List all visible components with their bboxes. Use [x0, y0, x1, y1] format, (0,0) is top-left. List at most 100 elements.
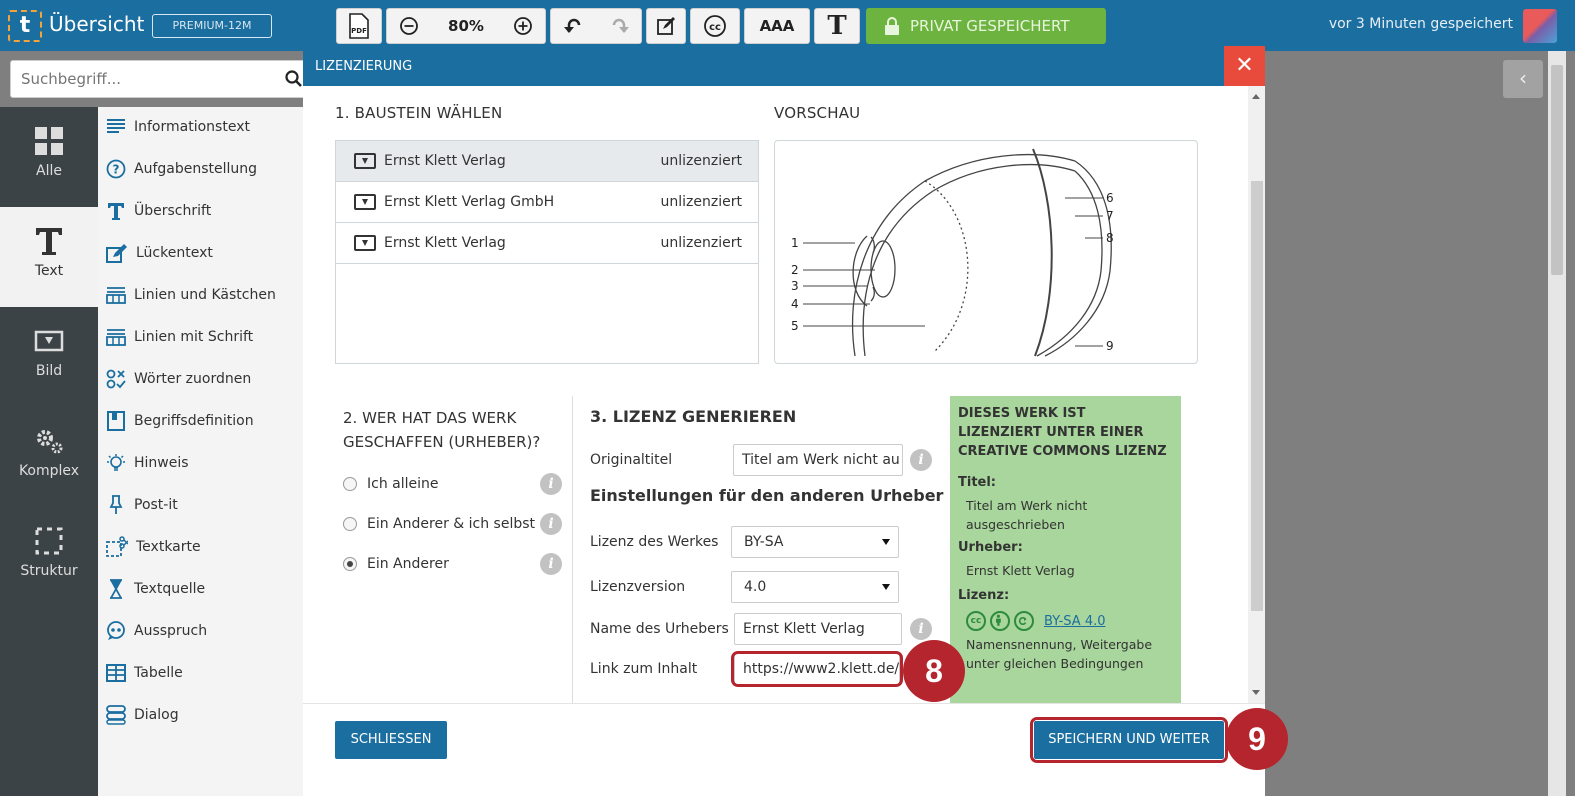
- cc-button[interactable]: cc: [690, 8, 740, 44]
- step8-highlight: [731, 651, 903, 687]
- pdf-label: PDF: [351, 27, 367, 35]
- list-item[interactable]: ? Aufgabenstellung: [106, 154, 257, 184]
- search-icon[interactable]: [285, 70, 303, 88]
- block-status: unlizenziert: [660, 194, 742, 210]
- list-item-label: Post-it: [134, 497, 178, 513]
- license-select[interactable]: BY-SA: [731, 526, 899, 558]
- list-item[interactable]: Informationstext: [106, 112, 250, 142]
- list-item-label: Textkarte: [136, 539, 201, 555]
- list-item[interactable]: Post-it: [106, 490, 178, 520]
- radio-label: Ich alleine: [367, 476, 439, 492]
- info-icon[interactable]: i: [910, 449, 932, 471]
- image-icon: [34, 330, 64, 352]
- font-size-button[interactable]: AAA: [744, 8, 810, 44]
- author-name-input[interactable]: Ernst Klett Verlag: [734, 613, 902, 645]
- block-name: Ernst Klett Verlag GmbH: [384, 194, 555, 210]
- category-komplex[interactable]: Komplex: [0, 407, 98, 507]
- undo-redo-group: [550, 8, 642, 44]
- list-item[interactable]: Ausspruch: [106, 616, 207, 646]
- list-item[interactable]: Tabelle: [106, 658, 183, 688]
- cc-by-icon: [990, 611, 1010, 631]
- list-item[interactable]: Wörter zuordnen: [106, 364, 251, 394]
- block-row[interactable]: Ernst Klett Verlag unlizenziert: [336, 141, 758, 182]
- radio-button[interactable]: [343, 477, 357, 491]
- close-icon[interactable]: ✕: [1224, 46, 1265, 86]
- section-heading: 3. LIZENZ GENERIEREN: [590, 407, 797, 426]
- info-icon[interactable]: i: [540, 473, 562, 495]
- summary-author-value: Ernst Klett Verlag: [966, 563, 1075, 578]
- summary-author-label: Urheber:: [958, 540, 1023, 555]
- scissors-icon: [106, 536, 128, 557]
- category-struktur[interactable]: Struktur: [0, 507, 98, 607]
- list-item[interactable]: Textquelle: [106, 574, 205, 604]
- close-button[interactable]: SCHLIESSEN: [335, 721, 447, 759]
- dashed-square-icon: [35, 527, 63, 555]
- pin-icon: [109, 495, 123, 514]
- undo-icon[interactable]: [563, 16, 585, 36]
- text-style-button[interactable]: T: [814, 8, 860, 44]
- scroll-up-icon[interactable]: [1252, 94, 1260, 99]
- block-status: unlizenziert: [660, 235, 742, 251]
- chevron-down-icon: [882, 539, 890, 545]
- search-input[interactable]: [11, 61, 271, 97]
- list-item-label: Linien mit Schrift: [134, 329, 254, 345]
- info-icon[interactable]: i: [540, 513, 562, 535]
- block-row[interactable]: Ernst Klett Verlag unlizenziert: [336, 223, 758, 264]
- hourglass-icon: [110, 579, 122, 599]
- edit-button[interactable]: [646, 8, 686, 44]
- category-alle[interactable]: Alle: [0, 107, 98, 207]
- pdf-button[interactable]: PDF: [336, 8, 382, 44]
- page-scrollbar[interactable]: [1548, 51, 1566, 796]
- app-logo[interactable]: t: [8, 10, 42, 42]
- author-option-both[interactable]: Ein Anderer & ich selbst: [343, 512, 535, 536]
- redo-icon[interactable]: [608, 16, 630, 36]
- lock-icon: [885, 17, 899, 35]
- scrollbar-thumb[interactable]: [1551, 65, 1563, 275]
- category-label: Text: [34, 263, 64, 279]
- private-saved-button[interactable]: PRIVAT GESPEICHERT: [866, 8, 1106, 44]
- zoom-in-icon[interactable]: [513, 16, 533, 36]
- category-text[interactable]: Text: [0, 207, 98, 307]
- page-title[interactable]: Übersicht: [49, 12, 144, 36]
- plan-badge: PREMIUM-12M: [152, 14, 272, 38]
- top-bar: t Übersicht PREMIUM-12M PDF 80% cc AAA T…: [0, 0, 1575, 51]
- heading-icon: [108, 203, 124, 220]
- category-bild[interactable]: Bild: [0, 307, 98, 407]
- info-icon[interactable]: i: [910, 618, 932, 640]
- avatar[interactable]: [1523, 9, 1557, 43]
- list-item[interactable]: Hinweis: [106, 448, 189, 478]
- original-title-input[interactable]: Titel am Werk nicht au: [733, 444, 903, 476]
- radio-button[interactable]: [343, 517, 357, 531]
- list-item[interactable]: Textkarte: [106, 532, 201, 562]
- info-icon[interactable]: i: [540, 553, 562, 575]
- version-select-value: 4.0: [744, 579, 767, 595]
- block-row[interactable]: Ernst Klett Verlag GmbH unlizenziert: [336, 182, 758, 223]
- license-link[interactable]: BY-SA 4.0: [1044, 614, 1106, 629]
- list-item[interactable]: Begriffsdefinition: [106, 406, 254, 436]
- author-question: 2. WER HAT DAS WERK GESCHAFFEN (URHEBER)…: [343, 409, 541, 451]
- modal-scrollbar[interactable]: [1248, 86, 1265, 703]
- license-modal: LIZENZIERUNG ✕ 1. BAUSTEIN WÄHLEN VORSCH…: [303, 46, 1265, 796]
- list-item[interactable]: Linien mit Schrift: [106, 322, 253, 352]
- author-option-other[interactable]: Ein Anderer: [343, 552, 449, 576]
- scroll-down-icon[interactable]: [1252, 690, 1260, 695]
- list-item[interactable]: Dialog: [106, 700, 179, 730]
- list-item[interactable]: Überschrift: [106, 196, 211, 226]
- summary-title-value: Titel am Werk nicht ausgeschrieben: [966, 498, 1088, 532]
- license-summary-heading: DIESES WERK IST LIZENZIERT UNTER EINER C…: [958, 406, 1167, 459]
- collapse-panel-button[interactable]: ‹: [1503, 60, 1543, 98]
- list-item[interactable]: Linien und Kästchen: [106, 280, 276, 310]
- list-item[interactable]: Lückentext: [106, 238, 213, 268]
- diagram-label: 2: [791, 263, 799, 277]
- list-item-label: Begriffsdefinition: [134, 413, 254, 429]
- diagram-label: 6: [1106, 191, 1114, 205]
- zoom-out-icon[interactable]: [399, 16, 419, 36]
- radio-button[interactable]: [343, 557, 357, 571]
- step-marker-8: 8: [903, 640, 965, 702]
- scrollbar-thumb[interactable]: [1251, 181, 1263, 611]
- divider: [572, 396, 573, 703]
- modal-footer: SCHLIESSEN SPEICHERN UND WEITER: [303, 703, 1265, 796]
- version-select[interactable]: 4.0: [731, 571, 899, 603]
- author-option-alone[interactable]: Ich alleine: [343, 472, 439, 496]
- author-name-label: Name des Urhebers: [590, 621, 729, 637]
